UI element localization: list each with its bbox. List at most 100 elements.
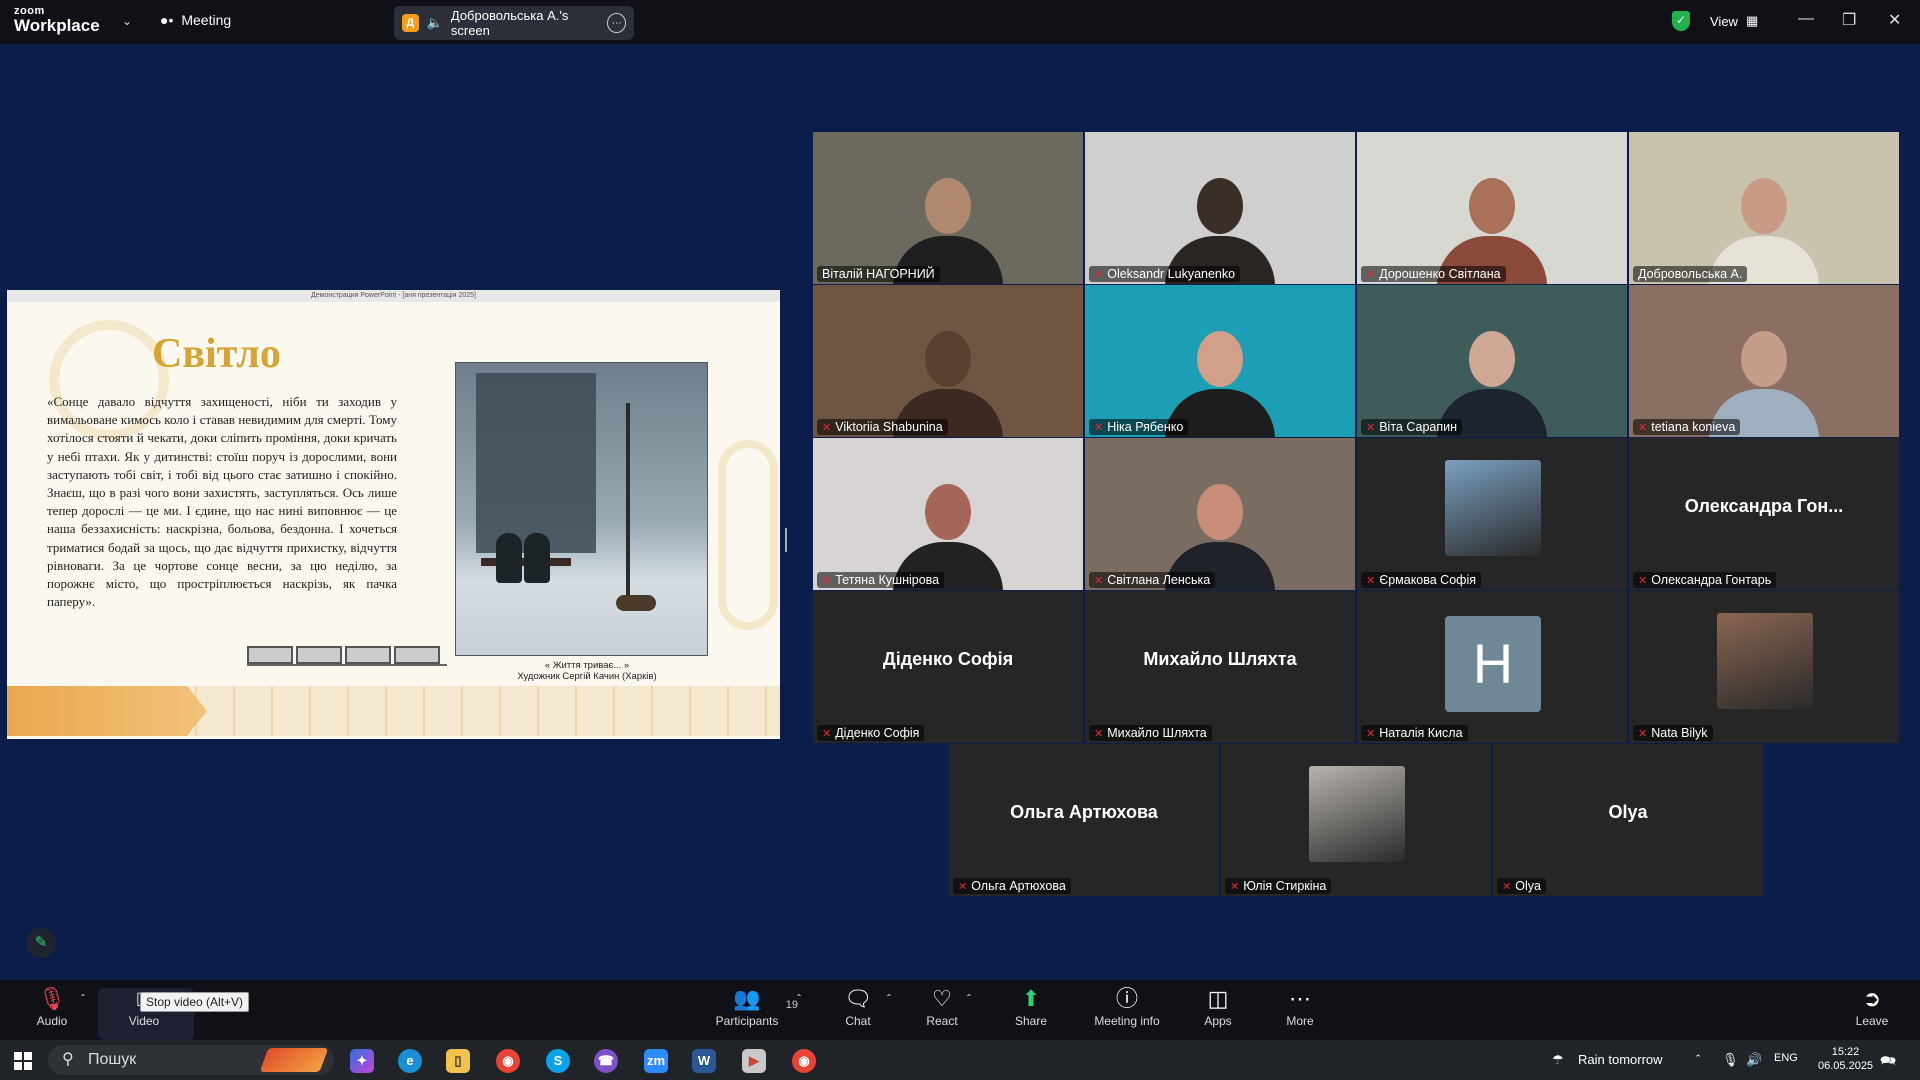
word-icon[interactable]: W [692,1049,716,1073]
participant-tile[interactable]: ✕ Nata Bilyk [1629,591,1899,743]
annotate-pencil-icon[interactable]: ✎ [26,928,56,958]
participant-video [813,285,1083,437]
participant-name: tetiana konieva [1651,420,1736,434]
participant-name-label: ✕ Діденко Софія [817,725,925,741]
slide-title: Світло [152,331,281,377]
weather-text[interactable]: Rain tomorrow [1578,1052,1663,1067]
minimize-icon[interactable]: — [1798,10,1814,28]
participant-tile[interactable]: Михайло Шляхта ✕ Михайло Шляхта [1085,591,1355,743]
leave-door-icon: ➲ [1862,986,1882,1011]
share-button[interactable]: ⬆ Share [1010,984,1052,1028]
windows-start-icon[interactable] [14,1052,32,1070]
participant-name: Добровольська А. [1638,267,1743,281]
participant-tile[interactable]: ✕ Світлана Ленська [1085,438,1355,590]
participants-icon: 👥 19 [712,984,798,1014]
apps-button[interactable]: ◫ Apps [1198,984,1238,1028]
chat-icon: 🗨 [844,986,872,1011]
participant-tile[interactable]: ✕ Oleksandr Lukyanenko [1085,132,1355,284]
participant-name-label: ✕ Дорошенко Світлана [1361,266,1506,282]
participant-profile-photo [1309,766,1405,862]
restore-icon[interactable]: ❐ [1842,10,1856,30]
viber-icon[interactable]: ☎ [594,1049,618,1073]
participant-tile[interactable]: Olya ✕ Olya [1493,744,1763,896]
participant-video [1629,132,1899,284]
more-options-icon[interactable]: ⋯ [607,13,626,33]
panel-splitter[interactable] [785,528,787,552]
participant-tile[interactable]: ✕ Ніка Рябенко [1085,285,1355,437]
participant-tile[interactable]: ✕ Тетяна Кушнірова [813,438,1083,590]
muted-microphone-icon: ✕ [1366,727,1376,740]
chrome-icon[interactable]: ◉ [496,1049,520,1073]
participant-tile[interactable]: Н ✕ Наталія Кисла [1357,591,1627,743]
more-button[interactable]: ⋯ More [1280,984,1320,1028]
react-options-chevron-icon[interactable]: ˆ [962,992,976,1006]
painting-image [455,362,708,656]
participant-name-label: ✕ Ольга Артюхова [953,878,1071,894]
participant-video [1085,132,1355,284]
participant-name-label: ✕ tetiana konieva [1633,419,1741,435]
shield-check-icon[interactable]: ✓ [1672,11,1690,31]
muted-microphone-icon: ✕ [1094,727,1104,740]
system-clock[interactable]: 15:22 06.05.2025 [1818,1045,1873,1073]
participant-tile[interactable]: Добровольська А. [1629,132,1899,284]
chat-options-chevron-icon[interactable]: ˆ [882,992,896,1006]
muted-microphone-icon: ✕ [822,727,832,740]
media-player-icon[interactable]: ▶ [742,1049,766,1073]
chat-button[interactable]: 🗨 Chat [838,984,878,1028]
chevron-down-icon[interactable]: ⌄ [122,14,132,28]
participant-profile-photo [1717,613,1813,709]
participant-tile[interactable]: Діденко Софія ✕ Діденко Софія [813,591,1083,743]
participant-tile[interactable]: ✕ Юлія Стиркіна [1221,744,1491,896]
participant-name-label: ✕ Nata Bilyk [1633,725,1713,741]
notification-icon[interactable]: 🗪 [1880,1052,1896,1074]
participant-video [1629,285,1899,437]
react-button[interactable]: ♡ React [922,984,962,1028]
volume-icon[interactable]: 🔊 [1746,1052,1762,1068]
participants-options-chevron-icon[interactable]: ˆ [792,992,806,1006]
copilot-icon[interactable]: ✦ [350,1049,374,1073]
participant-tile[interactable]: ✕ Дорошенко Світлана [1357,132,1627,284]
taskbar-search-input[interactable]: ⚲ Пошук [48,1045,334,1075]
muted-microphone-icon: ✕ [822,421,832,434]
participant-name: Олександра Гонтарь [1651,573,1772,587]
participant-tile[interactable]: ✕ Єрмакова Софія [1357,438,1627,590]
meeting-info-button[interactable]: ⓘ Meeting info [1090,984,1164,1028]
file-explorer-icon[interactable]: ▯ [446,1049,470,1073]
muted-microphone-icon: ✕ [1094,268,1104,281]
participant-tile[interactable]: Олександра Гон... ✕ Олександра Гонтарь [1629,438,1899,590]
participant-tile[interactable]: ✕ Viktoriia Shabunina [813,285,1083,437]
mic-tray-icon[interactable]: 🎙 [1722,1052,1739,1068]
participant-tile[interactable]: Віталій НАГОРНИЙ [813,132,1083,284]
screen-share-banner[interactable]: Д 🔈 Добровольська А.'s screen ⋯ [394,6,634,40]
meeting-menu-button[interactable]: ●• Meeting [160,12,231,28]
skype-icon[interactable]: S [546,1049,570,1073]
muted-microphone-icon: ✕ [1366,574,1376,587]
participant-name-label: ✕ Ніка Рябенко [1089,419,1189,435]
audio-options-chevron-icon[interactable]: ˆ [76,992,90,1006]
participant-video [813,438,1083,590]
participants-button[interactable]: 👥 19 Participants [712,984,798,1028]
zoom-app-icon[interactable]: zm [644,1049,668,1073]
participant-name-label: ✕ Тетяна Кушнірова [817,572,945,588]
weather-icon[interactable]: ☂ [1552,1052,1564,1068]
participant-name: Ніка Рябенко [1107,420,1184,434]
close-icon[interactable]: ✕ [1888,10,1901,30]
audio-button[interactable]: 🎙 Audio [32,984,72,1028]
muted-microphone-icon: ✕ [1094,421,1104,434]
participant-tile[interactable]: Ольга Артюхова ✕ Ольга Артюхова [949,744,1219,896]
sharer-avatar: Д [402,14,419,32]
chrome-profile-icon[interactable]: ◉ [792,1049,816,1073]
participant-name-label: ✕ Єрмакова Софія [1361,572,1481,588]
leave-button[interactable]: ➲ Leave [1852,984,1892,1028]
info-icon: ⓘ [1115,986,1138,1011]
participant-tile[interactable]: ✕ tetiana konieva [1629,285,1899,437]
view-button[interactable]: View ▦ [1710,13,1758,29]
ornament-swirl-right [718,440,778,630]
participant-name: Nata Bilyk [1651,726,1708,740]
participant-tile[interactable]: ✕ Віта Сарапин [1357,285,1627,437]
tray-chevron-icon[interactable]: ˆ [1696,1052,1700,1067]
participant-name-label: ✕ Olya [1497,878,1546,894]
edge-browser-icon[interactable]: e [398,1049,422,1073]
participant-display-name: Михайло Шляхта [1143,649,1297,669]
language-indicator[interactable]: ENG [1774,1052,1798,1064]
